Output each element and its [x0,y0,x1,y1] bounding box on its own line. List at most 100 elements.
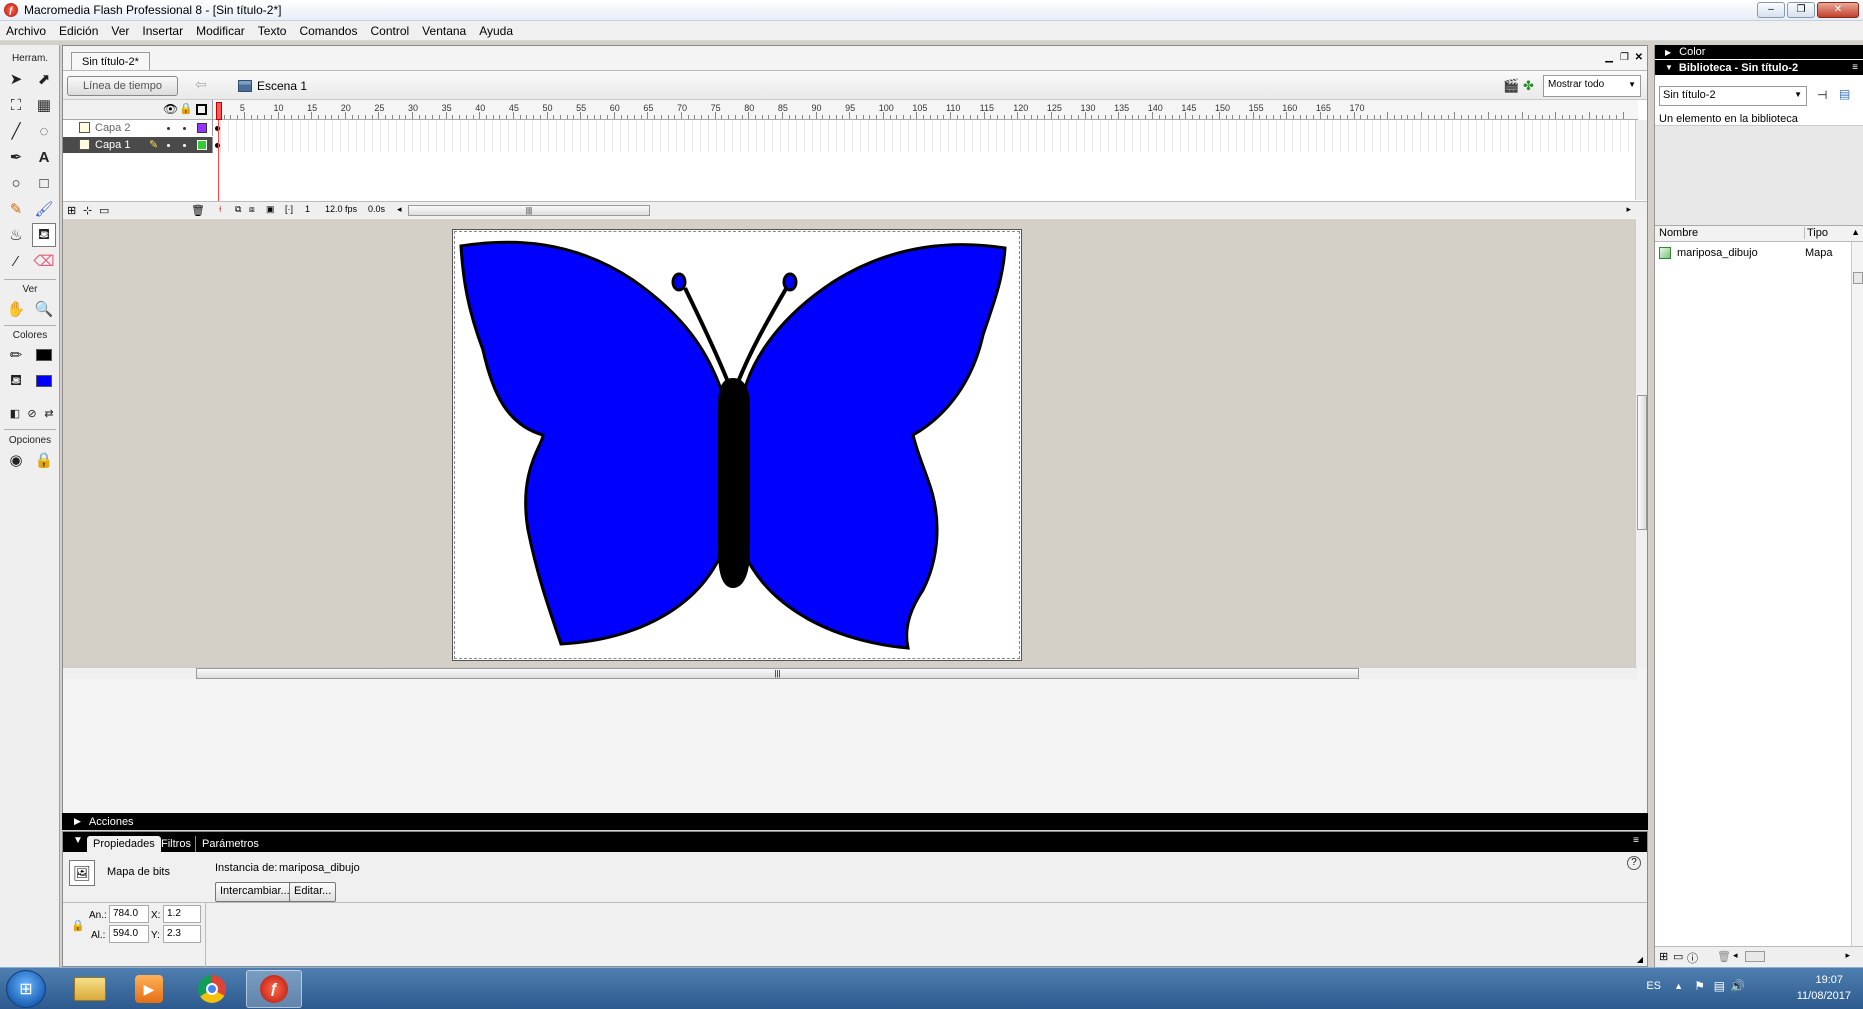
insert-layer-icon[interactable]: ⊞ [67,204,76,217]
new-library-panel-icon[interactable]: ▤ [1839,87,1850,101]
timeline-horizontal-thumb[interactable]: ||| [408,205,650,216]
tab-filtros[interactable]: Filtros [155,836,197,852]
outline-all-icon[interactable] [196,104,207,115]
fill-color-swatch[interactable] [32,369,56,393]
actions-panel-bar[interactable]: ▶ Acciones [62,813,1648,830]
height-field[interactable]: 594.0 [109,925,149,943]
media-player-taskbar-icon[interactable]: ▶ [121,970,177,1008]
pen-tool-icon[interactable]: ✒ [4,145,28,169]
paint-bucket-tool-icon[interactable]: ⛾ [32,223,56,247]
volume-icon[interactable]: 🔊 [1730,979,1745,993]
no-color-icon[interactable]: ⊘ [25,401,39,425]
stage-horizontal-scrollbar[interactable]: ||| [63,667,1637,679]
library-item[interactable]: mariposa_dibujo Mapa [1655,244,1851,262]
menu-ayuda[interactable]: Ayuda [479,24,513,38]
frame-grid[interactable] [213,120,1638,152]
layer-row-capa-2[interactable]: Capa 2 [63,120,213,136]
subselection-tool-icon[interactable]: ⬈ [32,67,56,91]
edit-scene-icon[interactable]: 🎬 [1503,78,1519,94]
selection-tool-icon[interactable]: ➤ [4,67,28,91]
doc-restore-icon[interactable]: ❐ [1620,52,1629,63]
lock-dot[interactable] [183,127,186,130]
line-tool-icon[interactable]: ╱ [4,119,28,143]
hand-tool-icon[interactable]: ✋ [4,297,28,321]
stage-horizontal-thumb[interactable]: ||| [196,668,1359,679]
free-transform-tool-icon[interactable]: ⛶ [4,93,28,117]
scroll-left-icon[interactable]: ◂ [397,204,402,215]
visibility-dot[interactable] [167,127,170,130]
sort-icon[interactable]: ▲ [1851,227,1860,237]
swap-colors-icon[interactable]: ⇄ [42,401,56,425]
pin-library-icon[interactable]: ⊣ [1817,88,1827,102]
onion-skin-icon[interactable]: ⧉ [235,204,241,215]
doc-close-icon[interactable]: ✕ [1635,52,1643,63]
zoom-tool-icon[interactable]: 🔍 [32,297,56,321]
layer-row-capa-1[interactable]: Capa 1 ✎ [63,137,213,153]
text-tool-icon[interactable]: A [32,145,56,169]
oval-tool-icon[interactable]: ○ [4,171,28,195]
fill-transform-tool-icon[interactable]: ▦ [32,93,56,117]
menu-ventana[interactable]: Ventana [422,24,466,38]
stage-vertical-scrollbar[interactable] [1635,219,1647,667]
eraser-tool-icon[interactable]: ⌫ [32,249,56,273]
scroll-left-icon[interactable]: ◂ [1733,950,1738,961]
timeline-toggle-button[interactable]: Línea de tiempo [67,76,178,96]
lasso-tool-icon[interactable]: ◌ [32,119,56,143]
frame-ruler[interactable]: 5 10 15 20 25 30 35 40 45 50 55 60 65 70 75 80 85 90 95 100… [213,100,1638,120]
ink-bottle-tool-icon[interactable]: ♨ [4,223,28,247]
scroll-right-icon[interactable]: ▸ [1845,950,1850,961]
clock-date[interactable]: 11/08/2017 [1797,990,1851,1002]
menu-control[interactable]: Control [370,24,409,38]
y-field[interactable]: 2.3 [163,925,201,943]
properties-icon[interactable]: ⓘ [1687,950,1698,966]
new-folder-icon[interactable]: ▭ [1673,950,1683,963]
show-hide-all-icon[interactable]: 👁 [163,102,178,116]
edit-button[interactable]: Editar... [289,882,337,902]
panel-menu-icon[interactable]: ≡ [1633,835,1639,846]
show-hidden-icons-icon[interactable]: ▲ [1674,981,1683,991]
library-horizontal-thumb[interactable] [1745,951,1765,962]
center-frame-icon[interactable]: ⍿ [219,204,221,215]
explorer-taskbar-icon[interactable] [62,970,118,1008]
maximize-button[interactable]: ❐ [1787,2,1815,18]
tab-propiedades[interactable]: Propiedades [87,836,161,852]
butterfly-bitmap[interactable] [453,230,1023,662]
pencil-tool-icon[interactable]: ✎ [4,197,28,221]
menu-insertar[interactable]: Insertar [142,24,183,38]
rectangle-tool-icon[interactable]: □ [32,171,56,195]
stage-canvas[interactable] [452,229,1022,661]
document-tab[interactable]: Sin título-2* [71,52,150,70]
column-name[interactable]: Nombre [1659,227,1805,239]
color-panel-bar[interactable]: ▶ Color [1655,45,1863,59]
insert-folder-icon[interactable]: ▭ [99,204,109,217]
lock-fill-option-icon[interactable]: 🔒 [32,448,56,472]
constrain-lock-icon[interactable]: 🔒 [71,919,85,932]
delete-item-icon[interactable]: 🗑 [1717,950,1731,963]
timeline-vertical-scrollbar[interactable] [1635,120,1647,200]
menu-ver[interactable]: Ver [111,24,129,38]
library-panel-bar[interactable]: ▼ Biblioteca - Sin título-2 ≡ [1655,60,1863,75]
clock-time[interactable]: 19:07 [1815,974,1843,986]
scene-breadcrumb[interactable]: Escena 1 [238,79,307,93]
scroll-right-icon[interactable]: ▸ [1626,204,1631,215]
minimize-button[interactable]: – [1757,2,1785,18]
x-field[interactable]: 1.2 [163,905,201,923]
flash-taskbar-icon[interactable]: ƒ [246,970,302,1008]
visibility-dot[interactable] [167,144,170,147]
close-button[interactable]: ✕ [1817,2,1859,18]
library-vertical-scrollbar[interactable] [1851,242,1863,946]
resize-corner-icon[interactable]: ◢ [1637,955,1643,964]
library-document-select[interactable]: Sin título-2 [1659,86,1807,106]
swap-button[interactable]: Intercambiar... [215,882,295,902]
stage-vertical-thumb[interactable] [1637,395,1647,530]
start-button[interactable]: ⊞ [6,970,46,1008]
chrome-taskbar-icon[interactable] [184,970,240,1008]
collapse-arrow-icon[interactable]: ▼ [73,835,83,846]
menu-archivo[interactable]: Archivo [6,24,46,38]
menu-modificar[interactable]: Modificar [196,24,245,38]
tab-parametros[interactable]: Parámetros [195,836,265,852]
add-guide-layer-icon[interactable]: ⊹ [83,204,92,217]
brush-tool-icon[interactable]: 🖌 [32,197,56,221]
delete-layer-icon[interactable]: 🗑 [191,204,205,217]
gap-size-option-icon[interactable]: ◉ [4,448,28,472]
